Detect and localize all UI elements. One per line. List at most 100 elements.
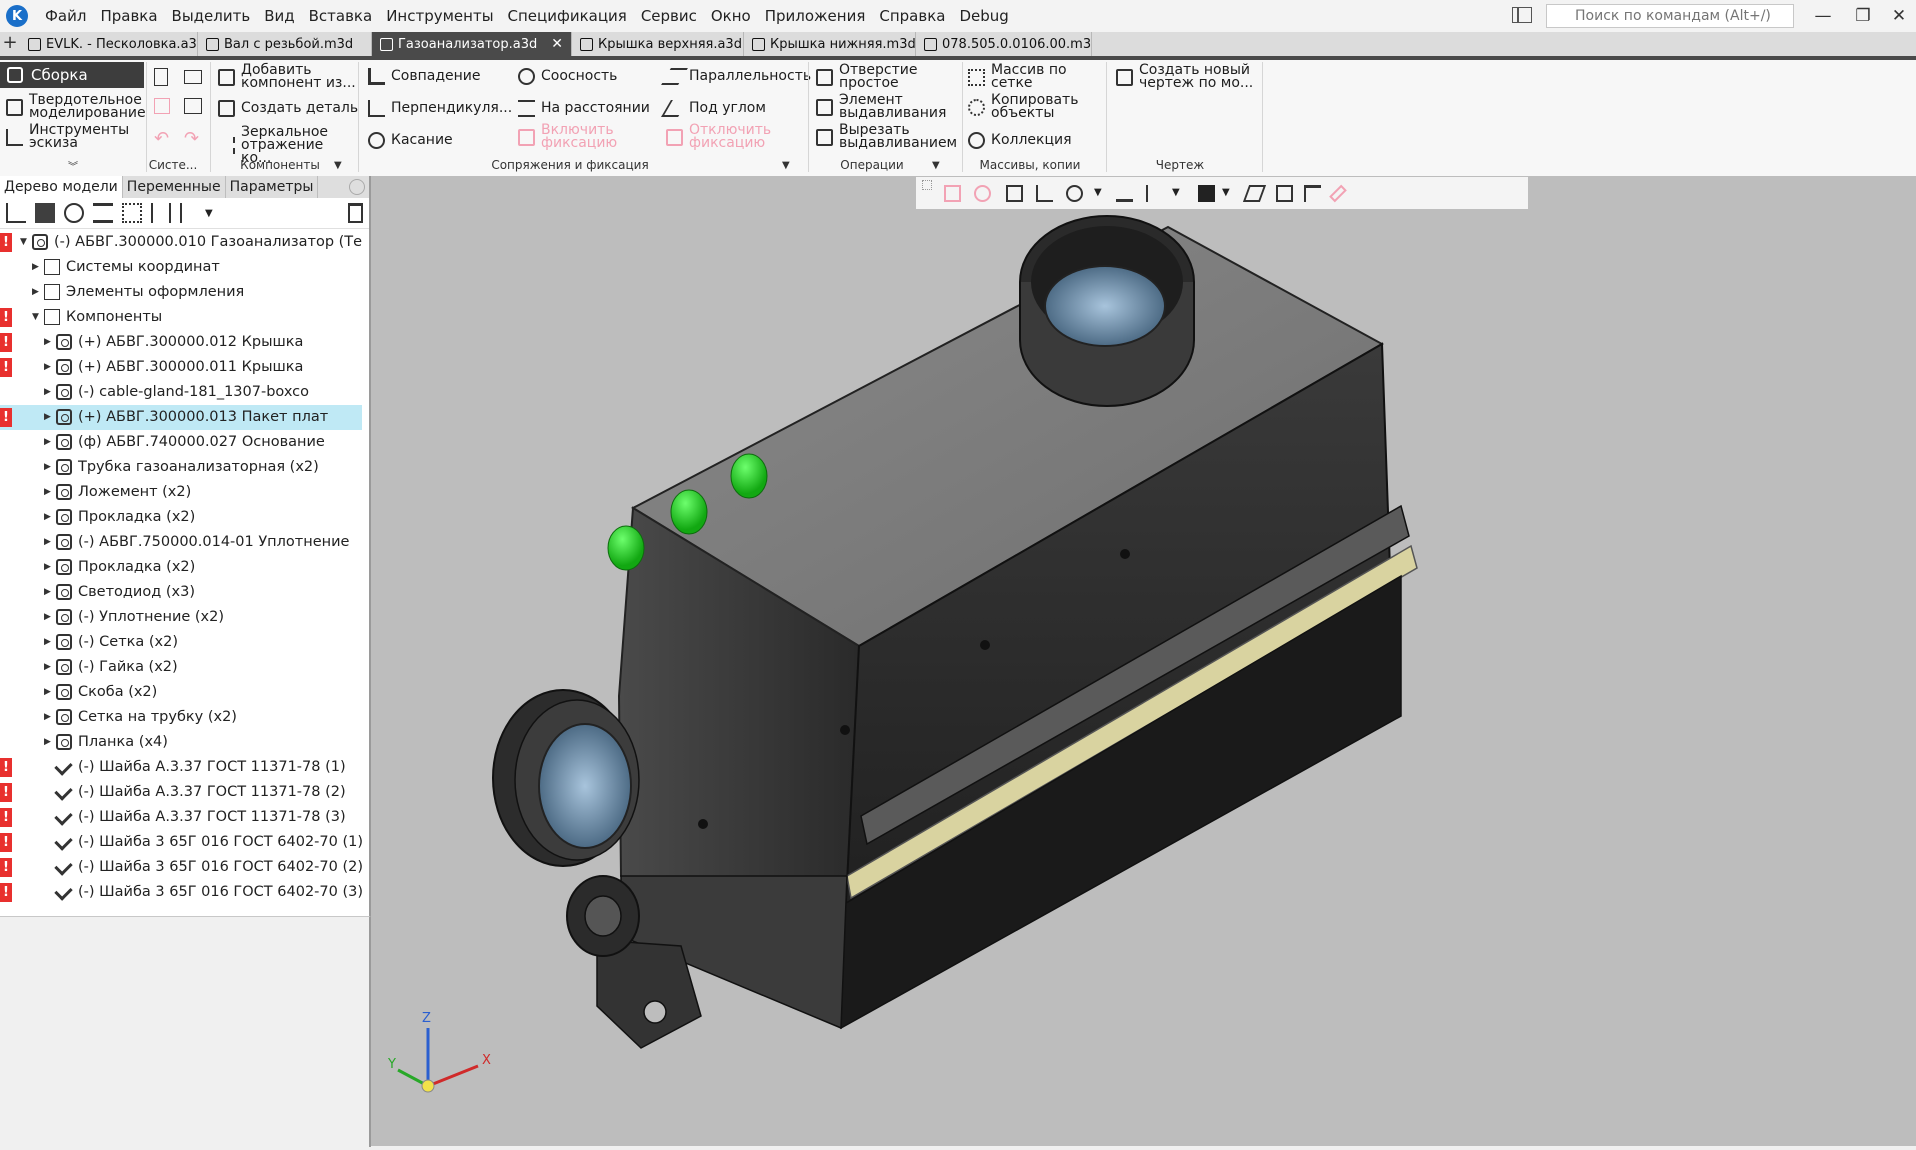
collection-button[interactable]: Коллекция (968, 132, 1072, 149)
tree-row[interactable]: ▶ Прокладка (x2) (0, 505, 362, 530)
extrude-element-button[interactable]: Элемент выдавливания (816, 93, 956, 120)
mates-dropdown-icon[interactable]: ▼ (782, 160, 790, 171)
tree-row[interactable]: ▶ (ф) АБВГ.740000.027 Основание (0, 430, 362, 455)
tree-row[interactable]: ▶ (-) АБВГ.750000.014-01 Уплотнение (0, 530, 362, 555)
tree-row[interactable]: ▶ Элементы оформления (0, 280, 362, 305)
tab-model-tree[interactable]: Дерево модели (0, 176, 123, 198)
expand-arrow-icon[interactable]: ▶ (32, 280, 39, 305)
expand-arrow-icon[interactable]: ▶ (44, 380, 51, 405)
zoom-dropdown-icon[interactable]: ▼ (1094, 187, 1111, 204)
expand-arrow-icon[interactable]: ▶ (44, 605, 51, 630)
expand-arrow-icon[interactable]: ▶ (44, 455, 51, 480)
solid-modeling-button[interactable]: Твердотельное моделирование (6, 93, 146, 120)
at-angle-button[interactable]: Под углом (661, 100, 766, 117)
undo-icon[interactable]: ↶ (154, 128, 169, 149)
parallel-button[interactable]: Параллельность (661, 68, 811, 85)
tree-filter-icon[interactable] (64, 203, 84, 223)
menu-item-10[interactable]: Справка (872, 0, 952, 32)
menu-item-5[interactable]: Инструменты (379, 0, 500, 32)
menu-item-11[interactable]: Debug (952, 0, 1015, 32)
tree-row[interactable]: ! ▶ (+) АБВГ.300000.011 Крышка (0, 355, 362, 380)
command-search-input[interactable] (1546, 4, 1794, 28)
zoom-icon[interactable] (1066, 185, 1083, 202)
expand-arrow-icon[interactable]: ▶ (32, 255, 39, 280)
print-icon[interactable] (184, 98, 202, 114)
tree-row[interactable]: ! ▶ (+) АБВГ.300000.012 Крышка (0, 330, 362, 355)
sketch-tools-button[interactable]: Инструменты эскиза (6, 123, 146, 150)
expand-arrow-icon[interactable]: ▶ (44, 330, 51, 355)
expand-chevron-icon[interactable]: ︾ (68, 158, 78, 173)
axis-triad[interactable]: Z X Y (386, 1006, 496, 1116)
expand-arrow-icon[interactable]: ▶ (44, 730, 51, 755)
expand-arrow-icon[interactable]: ▶ (44, 505, 51, 530)
at-distance-button[interactable]: На расстоянии (518, 100, 650, 117)
cut-extrude-button[interactable]: Вырезать выдавливанием (816, 123, 957, 150)
menu-item-9[interactable]: Приложения (758, 0, 873, 32)
section-view-icon[interactable] (1276, 185, 1293, 202)
3d-viewport[interactable]: Z X Y (371, 176, 1916, 1146)
coincidence-button[interactable]: Совпадение (368, 68, 480, 85)
expand-arrow-icon[interactable]: ▶ (44, 555, 51, 580)
tree-structure-icon[interactable] (6, 203, 26, 223)
tree-row[interactable]: ! (-) Шайба 3 65Г 016 ГОСТ 6402-70 (1) (0, 830, 362, 855)
collapse-arrow-icon[interactable]: ▼ (20, 230, 27, 255)
normal-to-icon[interactable] (1036, 185, 1053, 202)
menu-item-4[interactable]: Вставка (302, 0, 380, 32)
doc-tab-1[interactable]: Вал с резьбой.m3d (198, 32, 372, 56)
tree-row[interactable]: ▶ Прокладка (x2) (0, 555, 362, 580)
tree-row[interactable]: ! ▶ (+) АБВГ.300000.013 Пакет плат (0, 405, 362, 430)
tree-row[interactable]: ▶ Скоба (x2) (0, 680, 362, 705)
tree-row[interactable]: ▶ Сетка на трубку (x2) (0, 705, 362, 730)
panel-toggle-icon[interactable] (1512, 7, 1532, 23)
tree-layers-icon[interactable] (93, 203, 113, 223)
enable-fix-button[interactable]: Включить фиксацию (518, 123, 638, 150)
tree-view-mode-icon[interactable] (180, 203, 200, 223)
menu-item-8[interactable]: Окно (704, 0, 758, 32)
create-part-button[interactable]: Создать деталь (218, 100, 358, 117)
add-component-button[interactable]: Добавить компонент из... (218, 63, 358, 90)
expand-arrow-icon[interactable]: ▶ (44, 655, 51, 680)
tree-row[interactable]: ! (-) Шайба 3 65Г 016 ГОСТ 6402-70 (3) (0, 880, 362, 905)
new-tab-plus-icon[interactable]: + (0, 32, 20, 56)
redo-icon[interactable]: ↷ (184, 128, 199, 149)
collapse-arrow-icon[interactable]: ▼ (32, 305, 39, 330)
tree-row[interactable]: ▶ Светодиод (x3) (0, 580, 362, 605)
doc-tab-4[interactable]: Крышка нижняя.m3d (744, 32, 916, 56)
doc-tab-2[interactable]: Газоанализатор.a3d ✕ (372, 32, 572, 56)
menu-item-7[interactable]: Сервис (634, 0, 704, 32)
tree-row[interactable]: ! (-) Шайба 3 65Г 016 ГОСТ 6402-70 (2) (0, 855, 362, 880)
tree-row[interactable]: ▶ (-) Уплотнение (x2) (0, 605, 362, 630)
tree-select-icon[interactable] (122, 203, 142, 223)
expand-arrow-icon[interactable]: ▶ (44, 355, 51, 380)
tree-row[interactable]: ▶ (-) Сетка (x2) (0, 630, 362, 655)
tab-parameters[interactable]: Параметры (226, 176, 319, 198)
tangency-button[interactable]: Касание (368, 132, 453, 149)
panel-settings-gear-icon[interactable] (349, 179, 365, 195)
orientation-icon[interactable] (1146, 185, 1163, 202)
rebuild-icon[interactable] (974, 185, 991, 202)
tree-row[interactable]: ! (-) Шайба А.3.37 ГОСТ 11371-78 (1) (0, 755, 362, 780)
tree-row[interactable]: ! ▼ (-) АБВГ.300000.010 Газоанализатор (Те… (0, 230, 362, 255)
new-file-icon[interactable] (154, 68, 168, 86)
expand-arrow-icon[interactable]: ▶ (44, 480, 51, 505)
menu-item-3[interactable]: Вид (257, 0, 301, 32)
assembly-mode-button[interactable]: Сборка (0, 62, 144, 88)
expand-arrow-icon[interactable]: ▶ (44, 705, 51, 730)
operations-dropdown-icon[interactable]: ▼ (932, 160, 940, 171)
tree-dimensions-icon[interactable] (151, 203, 171, 223)
new-drawing-button[interactable]: Создать новый чертеж по мо... (1116, 63, 1266, 90)
expand-arrow-icon[interactable]: ▶ (44, 680, 51, 705)
copy-objects-button[interactable]: Копировать объекты (968, 93, 1098, 120)
perspective-icon[interactable] (1242, 185, 1267, 202)
display-mode-cube-icon[interactable] (1198, 185, 1215, 202)
measure-icon[interactable] (1304, 185, 1321, 202)
menu-item-1[interactable]: Правка (93, 0, 164, 32)
close-window-icon[interactable]: ✕ (1876, 0, 1916, 32)
sketch-view-icon[interactable] (944, 185, 961, 202)
display-mode-dropdown-icon[interactable]: ▼ (1222, 187, 1239, 204)
tree-row[interactable]: ! (-) Шайба А.3.37 ГОСТ 11371-78 (3) (0, 805, 362, 830)
expand-arrow-icon[interactable]: ▶ (44, 530, 51, 555)
menu-item-6[interactable]: Спецификация (501, 0, 634, 32)
expand-arrow-icon[interactable]: ▶ (44, 580, 51, 605)
tree-row[interactable]: ▶ Планка (x4) (0, 730, 362, 755)
